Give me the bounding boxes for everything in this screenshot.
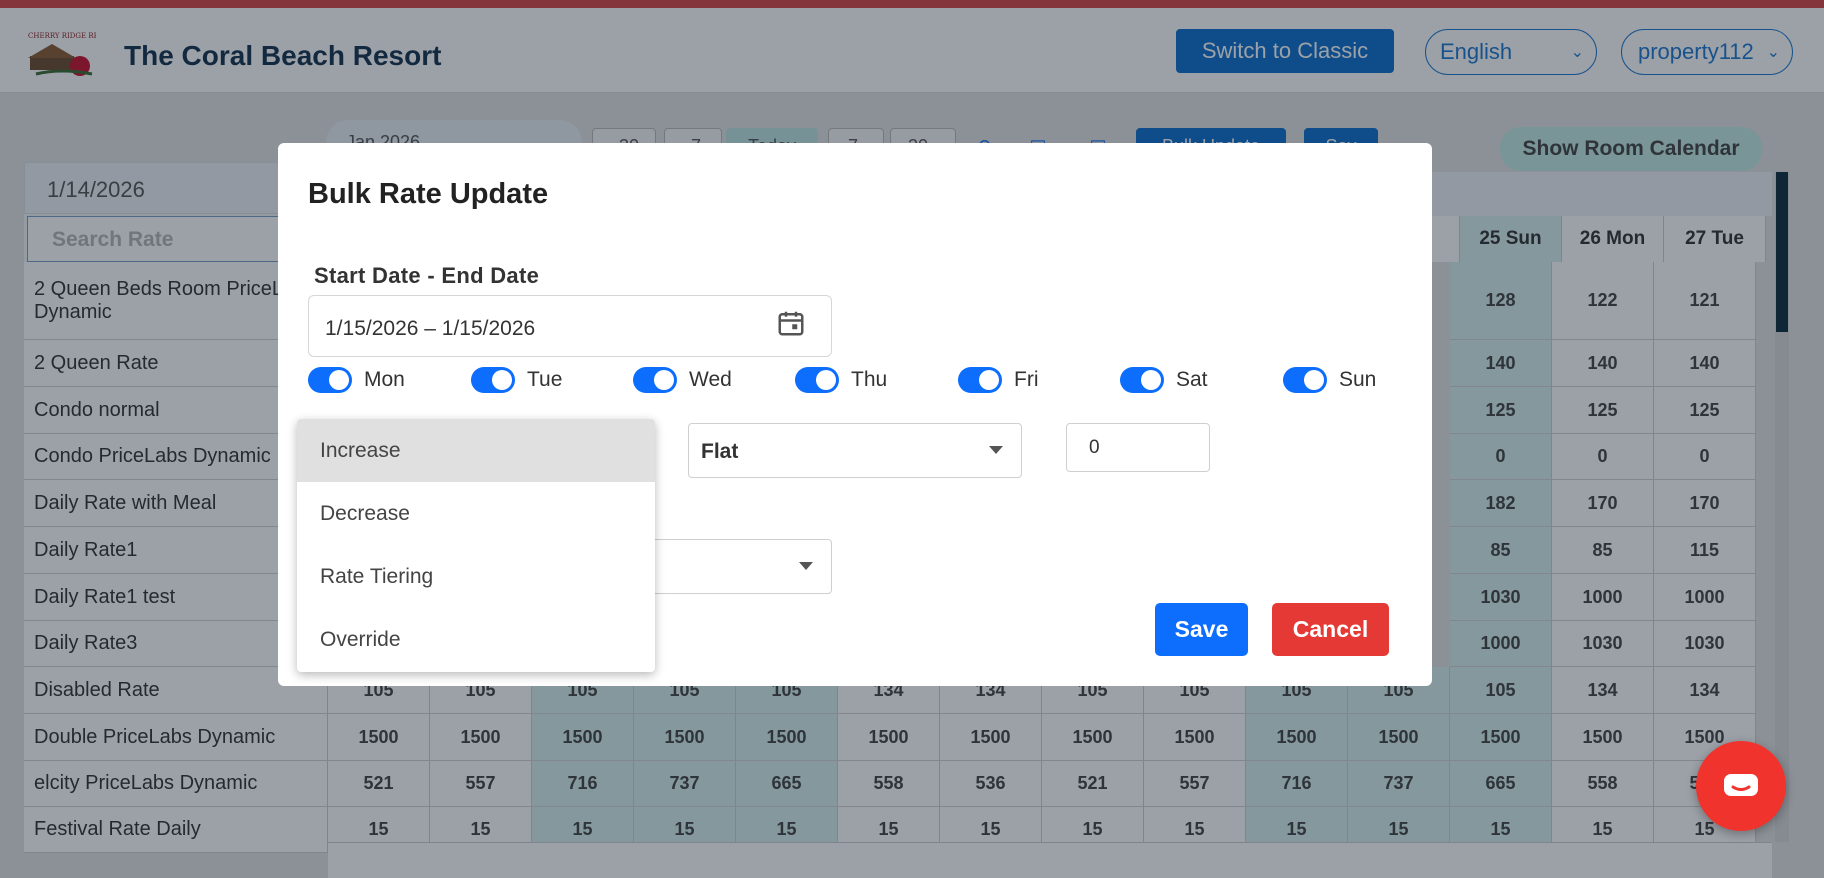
day-toggle-wed[interactable]: Wed [633,363,732,397]
chat-support-button[interactable] [1696,741,1786,831]
day-label: Sun [1339,368,1377,391]
chat-icon [1724,774,1758,796]
toggle-switch[interactable] [471,367,515,393]
adjustment-type-select[interactable]: Flat [688,423,1022,478]
save-button[interactable]: Save [1155,603,1248,656]
toggle-switch[interactable] [308,367,352,393]
date-range-input[interactable]: 1/15/2026 – 1/15/2026 [308,295,832,357]
day-label: Sat [1176,368,1208,391]
day-label: Thu [851,368,888,391]
day-toggle-fri[interactable]: Fri [958,363,1039,397]
day-toggle-thu[interactable]: Thu [795,363,887,397]
toggle-switch[interactable] [633,367,677,393]
caret-down-icon [799,562,813,570]
day-toggle-sat[interactable]: Sat [1120,363,1208,397]
day-label: Mon [364,368,405,391]
toggle-switch[interactable] [1120,367,1164,393]
modal-title: Bulk Rate Update [308,178,549,210]
toggle-switch[interactable] [1283,367,1327,393]
day-toggle-mon[interactable]: Mon [308,363,405,397]
dropdown-option-increase[interactable]: Increase [297,419,655,482]
dropdown-option-decrease[interactable]: Decrease [297,482,655,545]
toggle-switch[interactable] [795,367,839,393]
dropdown-option-override[interactable]: Override [297,608,655,671]
adjustment-type-value: Flat [701,440,739,463]
cancel-button[interactable]: Cancel [1272,603,1389,656]
amount-input[interactable]: 0 [1066,423,1210,472]
secondary-select[interactable] [648,539,832,594]
day-label: Fri [1014,368,1039,391]
dropdown-option-rate-tiering[interactable]: Rate Tiering [297,545,655,608]
date-range-label: Start Date - End Date [314,263,540,288]
calendar-icon[interactable] [776,308,806,338]
day-label: Tue [527,368,563,391]
day-toggle-sun[interactable]: Sun [1283,363,1376,397]
day-label: Wed [689,368,732,391]
toggle-switch[interactable] [958,367,1002,393]
action-dropdown-menu: Increase Decrease Rate Tiering Override [297,419,655,672]
day-toggle-tue[interactable]: Tue [471,363,562,397]
caret-down-icon [989,446,1003,454]
